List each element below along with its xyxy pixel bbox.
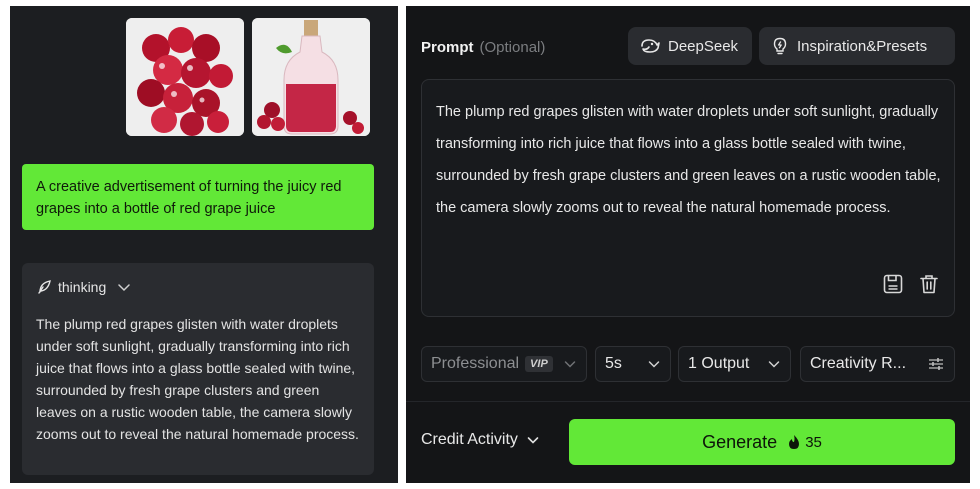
app-root: A creative advertisement of turning the … (0, 0, 980, 489)
deepseek-whale-icon (641, 39, 660, 53)
output-count-value: 1 Output (688, 355, 750, 372)
creativity-relevance-control[interactable]: Creativity R... (800, 346, 955, 382)
chevron-down-icon (118, 284, 131, 292)
thinking-text: The plump red grapes glisten with water … (36, 316, 359, 442)
sliders-icon (929, 358, 943, 370)
reference-image-grapes[interactable] (126, 18, 244, 136)
deepseek-label: DeepSeek (668, 37, 739, 55)
flame-credit-icon (789, 435, 800, 449)
user-message-bubble: A creative advertisement of turning the … (22, 164, 374, 230)
creativity-value: Creativity R... (810, 355, 907, 372)
chevron-down-icon (527, 437, 539, 444)
reference-image-juice-bottle[interactable] (252, 18, 370, 136)
save-icon[interactable] (882, 273, 904, 295)
duration-value: 5s (605, 355, 622, 372)
quality-value: Professional (431, 355, 520, 372)
generate-cost-value: 35 (805, 433, 822, 451)
divider (406, 401, 970, 402)
prompt-text[interactable]: The plump red grapes glisten with water … (436, 96, 942, 224)
grapes-image (126, 18, 244, 136)
prompt-heading: Prompt (Optional) (421, 39, 545, 56)
trash-icon[interactable] (918, 273, 940, 295)
chevron-down-icon (564, 361, 576, 368)
chat-panel: A creative advertisement of turning the … (10, 6, 398, 483)
chevron-down-icon (648, 361, 660, 368)
thinking-card: thinking The plump red grapes glisten wi… (22, 263, 374, 475)
leaf-icon (38, 280, 51, 294)
thinking-label: thinking (58, 279, 107, 295)
duration-select[interactable]: 5s (595, 346, 671, 382)
generate-button[interactable]: Generate 35 (569, 419, 955, 465)
vip-badge: VIP (525, 356, 553, 372)
prompt-textarea[interactable]: The plump red grapes glisten with water … (421, 79, 955, 317)
bulb-icon (773, 37, 787, 55)
prompt-label: Prompt (421, 39, 474, 56)
grape-juice-bottle-image (252, 18, 370, 136)
thinking-toggle[interactable]: thinking (36, 277, 360, 297)
prompt-optional-label: (Optional) (479, 39, 546, 56)
credit-activity-dropdown[interactable]: Credit Activity (421, 431, 540, 449)
inspiration-presets-button[interactable]: Inspiration&Presets (759, 27, 955, 65)
credit-activity-label: Credit Activity (421, 431, 518, 448)
deepseek-button[interactable]: DeepSeek (628, 27, 752, 65)
generation-panel: Prompt (Optional) DeepSeek Inspiration&Pr… (406, 6, 970, 483)
quality-select[interactable]: Professional VIP (421, 346, 587, 382)
generate-label: Generate (702, 431, 778, 452)
inspiration-presets-label: Inspiration&Presets (797, 37, 928, 55)
chevron-down-icon (768, 361, 780, 368)
generate-cost: 35 (787, 434, 822, 451)
output-count-select[interactable]: 1 Output (678, 346, 791, 382)
user-message-text: A creative advertisement of turning the … (36, 179, 342, 217)
